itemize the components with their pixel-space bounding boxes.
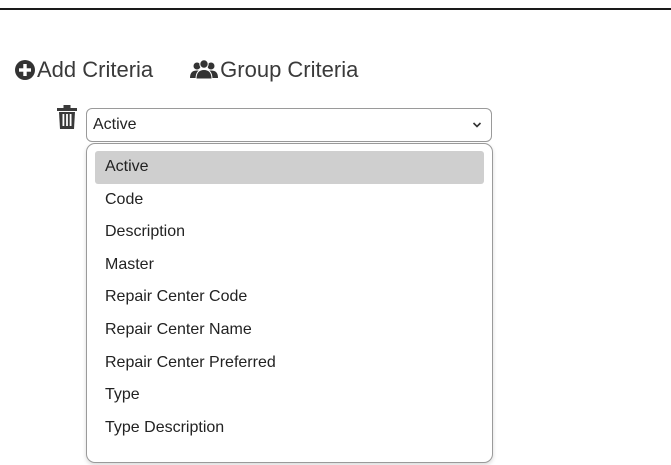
group-criteria-label: Group Criteria	[220, 57, 359, 82]
group-criteria-button[interactable]: Group Criteria	[189, 57, 358, 83]
dropdown-option-type-description[interactable]: Type Description	[95, 412, 484, 445]
criteria-toolbar: Add Criteria Group Criteria	[14, 54, 358, 86]
select-value: Active	[93, 116, 137, 133]
dropdown-option-master[interactable]: Master	[95, 249, 484, 282]
chevron-down-icon	[472, 121, 482, 129]
add-criteria-label: Add Criteria	[37, 57, 154, 82]
dropdown-option-code[interactable]: Code	[95, 184, 484, 217]
users-icon	[189, 59, 219, 81]
dropdown-option-repair-center-preferred[interactable]: Repair Center Preferred	[95, 347, 484, 380]
criteria-field-dropdown: Active Code Description Master Repair Ce…	[86, 143, 493, 463]
top-divider	[0, 8, 671, 10]
dropdown-option-type[interactable]: Type	[95, 379, 484, 412]
plus-circle-icon	[14, 59, 36, 81]
dropdown-option-active[interactable]: Active	[95, 151, 484, 184]
criteria-page: Add Criteria Group Criteria Active Activ…	[0, 0, 671, 465]
dropdown-option-description[interactable]: Description	[95, 216, 484, 249]
dropdown-option-repair-center-name[interactable]: Repair Center Name	[95, 314, 484, 347]
add-criteria-button[interactable]: Add Criteria	[14, 57, 153, 83]
dropdown-option-repair-center-code[interactable]: Repair Center Code	[95, 281, 484, 314]
trash-icon[interactable]	[56, 104, 78, 130]
criteria-field-select[interactable]: Active	[86, 108, 492, 142]
